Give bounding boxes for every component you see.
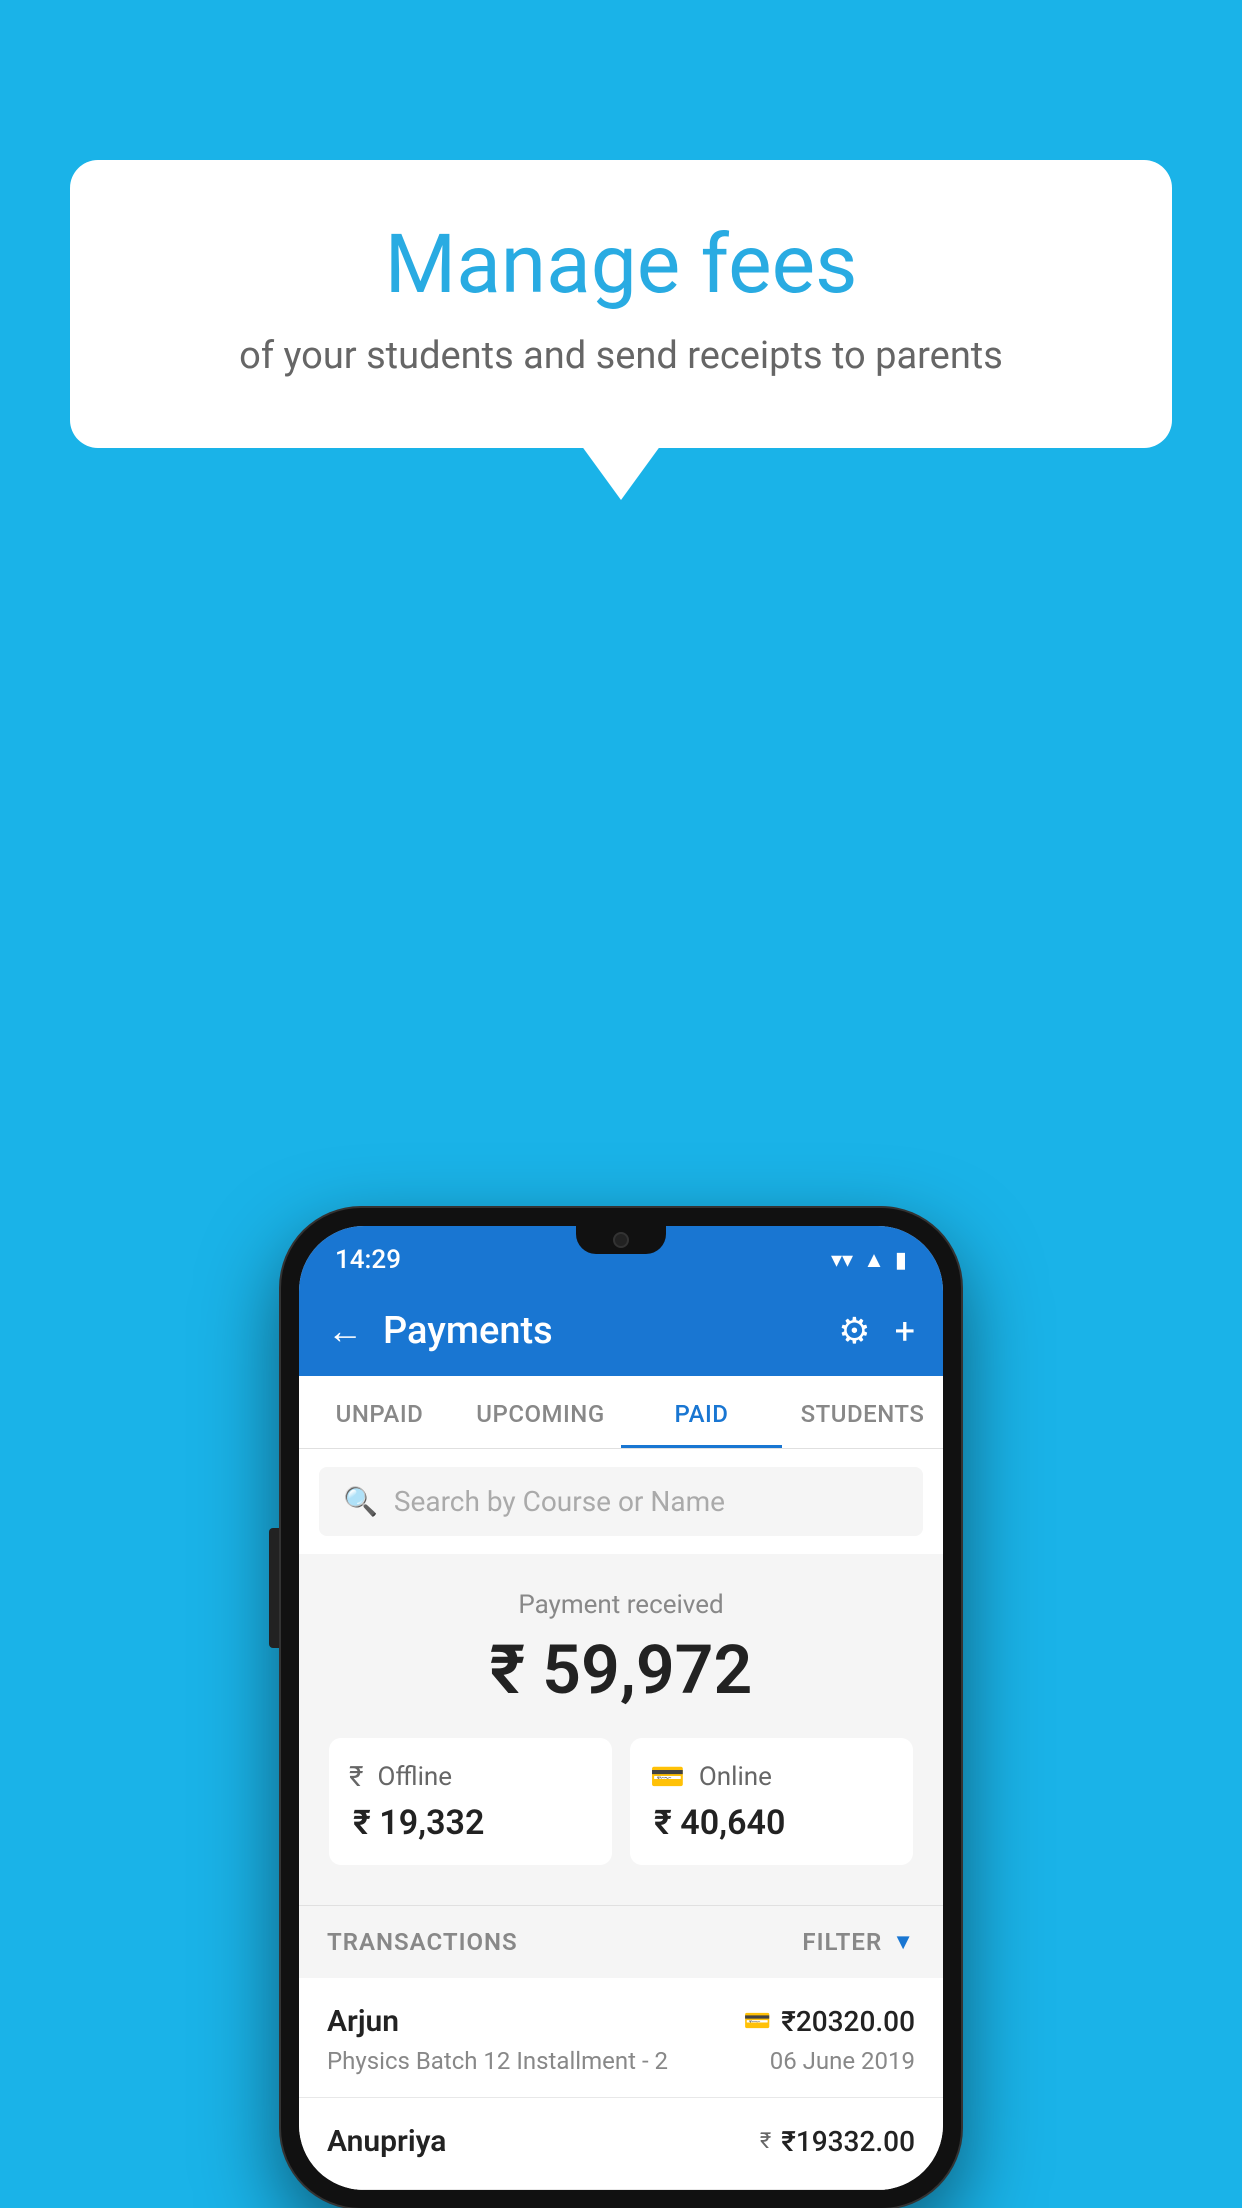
transaction-bottom-row: Physics Batch 12 Installment - 2 06 June… <box>327 2047 915 2075</box>
phone-body: 14:29 ▾▾ ▲ ▮ ← Payments ⚙ + <box>281 1208 961 2208</box>
filter-icon: ▼ <box>892 1929 915 1955</box>
transaction-row[interactable]: Anupriya ₹ ₹19332.00 <box>299 2098 943 2190</box>
offline-card-header: ₹ Offline <box>349 1760 452 1793</box>
online-amount: ₹ 40,640 <box>650 1803 785 1843</box>
status-time: 14:29 <box>335 1245 401 1275</box>
transaction-name: Anupriya <box>327 2124 446 2159</box>
online-payment-card: 💳 Online ₹ 40,640 <box>630 1738 913 1865</box>
transaction-name: Arjun <box>327 2004 399 2039</box>
tab-paid[interactable]: PAID <box>621 1376 782 1448</box>
transaction-amount: ₹19332.00 <box>781 2125 915 2158</box>
battery-icon: ▮ <box>895 1248 907 1273</box>
transaction-date: 06 June 2019 <box>770 2047 915 2075</box>
signal-icon: ▲ <box>863 1247 885 1273</box>
transaction-amount: ₹20320.00 <box>781 2005 915 2038</box>
back-button[interactable]: ← <box>327 1310 363 1352</box>
search-container: 🔍 Search by Course or Name <box>299 1449 943 1554</box>
offline-payment-card: ₹ Offline ₹ 19,332 <box>329 1738 612 1865</box>
filter-label: FILTER <box>802 1928 882 1956</box>
search-icon: 🔍 <box>343 1485 378 1518</box>
card-payment-icon: 💳 <box>744 2009 771 2034</box>
payment-total-amount: ₹ 59,972 <box>329 1630 913 1710</box>
speech-bubble-title: Manage fees <box>150 220 1092 310</box>
search-box[interactable]: 🔍 Search by Course or Name <box>319 1467 923 1536</box>
online-card-header: 💳 Online <box>650 1760 772 1793</box>
online-label: Online <box>699 1762 772 1792</box>
speech-bubble-subtitle: of your students and send receipts to pa… <box>150 334 1092 378</box>
phone-mockup: 14:29 ▾▾ ▲ ▮ ← Payments ⚙ + <box>281 1208 961 2208</box>
tab-students[interactable]: STUDENTS <box>782 1376 943 1448</box>
status-icons: ▾▾ ▲ ▮ <box>831 1247 907 1273</box>
card-icon: 💳 <box>650 1760 685 1793</box>
wifi-icon: ▾▾ <box>831 1248 853 1273</box>
tabs-bar: UNPAID UPCOMING PAID STUDENTS <box>299 1376 943 1449</box>
cash-payment-icon: ₹ <box>760 2129 771 2154</box>
transaction-top-row: Anupriya ₹ ₹19332.00 <box>327 2124 915 2159</box>
transaction-top-row: Arjun 💳 ₹20320.00 <box>327 2004 915 2039</box>
header-left: ← Payments <box>327 1309 553 1353</box>
rupee-note-icon: ₹ <box>349 1760 363 1793</box>
camera <box>613 1232 629 1248</box>
filter-button[interactable]: FILTER ▼ <box>802 1928 915 1956</box>
phone-screen: 14:29 ▾▾ ▲ ▮ ← Payments ⚙ + <box>299 1226 943 2190</box>
offline-label: Offline <box>377 1762 452 1792</box>
speech-bubble-section: Manage fees of your students and send re… <box>70 160 1172 448</box>
payment-summary: Payment received ₹ 59,972 ₹ Offline ₹ 19… <box>299 1554 943 1905</box>
settings-icon[interactable]: ⚙ <box>838 1310 870 1352</box>
transaction-row[interactable]: Arjun 💳 ₹20320.00 Physics Batch 12 Insta… <box>299 1978 943 2098</box>
transaction-course: Physics Batch 12 Installment - 2 <box>327 2047 668 2075</box>
app-header: ← Payments ⚙ + <box>299 1286 943 1376</box>
transactions-header: TRANSACTIONS FILTER ▼ <box>299 1905 943 1978</box>
header-right: ⚙ + <box>838 1310 915 1352</box>
tab-upcoming[interactable]: UPCOMING <box>460 1376 621 1448</box>
payment-received-label: Payment received <box>329 1590 913 1620</box>
search-input[interactable]: Search by Course or Name <box>394 1485 725 1518</box>
offline-amount: ₹ 19,332 <box>349 1803 484 1843</box>
payment-cards: ₹ Offline ₹ 19,332 💳 Online ₹ 40,640 <box>329 1738 913 1865</box>
transaction-amount-container: ₹ ₹19332.00 <box>760 2125 915 2158</box>
tab-unpaid[interactable]: UNPAID <box>299 1376 460 1448</box>
page-title: Payments <box>383 1309 553 1353</box>
phone-notch <box>576 1226 666 1254</box>
transaction-amount-container: 💳 ₹20320.00 <box>744 2005 915 2038</box>
speech-bubble: Manage fees of your students and send re… <box>70 160 1172 448</box>
add-button[interactable]: + <box>895 1310 915 1352</box>
transactions-label: TRANSACTIONS <box>327 1928 518 1956</box>
